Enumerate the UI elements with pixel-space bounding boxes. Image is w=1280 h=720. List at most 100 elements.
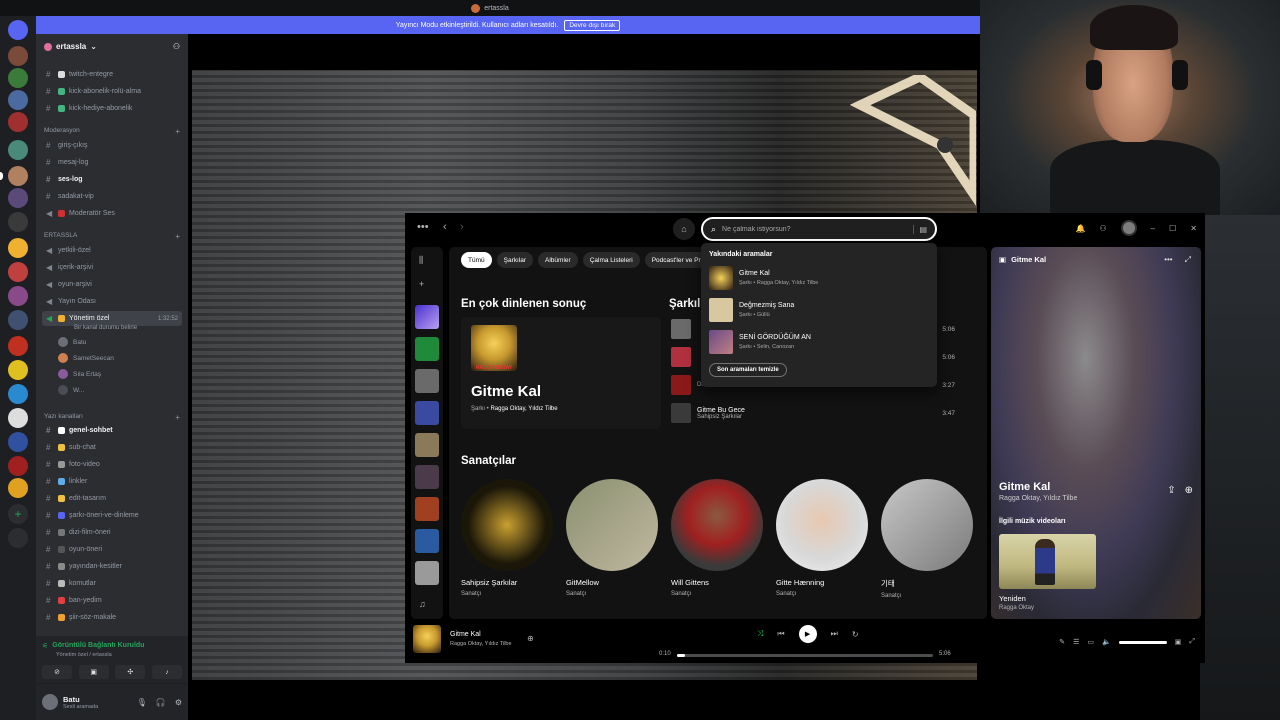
- category-ertassla[interactable]: ERTASSLA +: [44, 232, 184, 241]
- channel-item[interactable]: # twitch-entegre: [42, 67, 182, 82]
- voice-user[interactable]: SametSeecan: [58, 353, 114, 363]
- voice-channel-item-active[interactable]: ◀ Yönetim özel 1:32:52: [42, 311, 182, 326]
- songs-heading[interactable]: Şarkıl: [669, 298, 700, 310]
- recent-search-item[interactable]: SENİ GÖRDÜĞÜM AN Şarkı • Selin, Canozan: [709, 329, 931, 355]
- server-icon[interactable]: [8, 310, 28, 330]
- channel-item[interactable]: # giriş-çıkış: [42, 138, 182, 153]
- search-box[interactable]: ⌕ ▤: [701, 217, 937, 241]
- voice-channel-item[interactable]: ◀ Yayın Odası: [42, 294, 182, 309]
- channel-item[interactable]: # ban-yedim: [42, 593, 182, 608]
- artist-card[interactable]: Will Gittens Sanatçı: [671, 479, 771, 597]
- voice-channel-item[interactable]: ◀ oyun-arşivi: [42, 277, 182, 292]
- channel-item[interactable]: # kick-hediye-abonelik: [42, 101, 182, 116]
- play-button[interactable]: ▶: [798, 625, 817, 643]
- library-icon[interactable]: ⫼: [419, 255, 423, 266]
- share-icon[interactable]: ⇪: [1167, 485, 1175, 496]
- disable-streamer-mode-button[interactable]: Devre dışı bırak: [564, 19, 621, 31]
- server-icon[interactable]: [8, 360, 28, 380]
- miniplayer-icon[interactable]: ▣: [1175, 638, 1182, 646]
- connect-device-icon[interactable]: ▭: [1087, 638, 1094, 646]
- channel-item[interactable]: # ses-log: [42, 172, 182, 187]
- repeat-icon[interactable]: ↻: [852, 630, 859, 639]
- artists-heading[interactable]: Sanatçılar: [461, 455, 516, 467]
- plus-icon[interactable]: +: [175, 232, 180, 241]
- server-icon[interactable]: [8, 286, 28, 306]
- playlist-thumbnail[interactable]: [415, 465, 439, 489]
- shuffle-icon[interactable]: ⤨: [757, 629, 763, 639]
- artist-card[interactable]: Gitte Hænning Sanatçı: [776, 479, 876, 597]
- server-icon[interactable]: [8, 68, 28, 88]
- activities-button[interactable]: ✣: [115, 665, 146, 679]
- more-options-icon[interactable]: •••: [417, 221, 429, 233]
- headphones-icon[interactable]: 🎧: [156, 698, 166, 707]
- channel-item[interactable]: # edit-tasarım: [42, 491, 182, 506]
- playlist-thumbnail[interactable]: [415, 561, 439, 585]
- volume-slider[interactable]: [1118, 640, 1167, 644]
- create-plus-icon[interactable]: +: [419, 279, 424, 289]
- liked-songs-thumbnail[interactable]: [415, 305, 439, 329]
- recent-search-item[interactable]: Gitme Kal Şarkı • Ragga Oktay, Yıldız Til…: [709, 265, 931, 291]
- channel-item[interactable]: # genel-sohbet: [42, 423, 182, 438]
- channel-item[interactable]: # şarkı-öneri-ve-dinleme: [42, 508, 182, 523]
- channel-item[interactable]: # şiir-söz-makale: [42, 610, 182, 625]
- video-artist[interactable]: Ragga Oktay: [999, 605, 1034, 611]
- queue-icon[interactable]: ☰: [1073, 638, 1079, 646]
- avatar[interactable]: [42, 694, 58, 710]
- minimize-button[interactable]: –: [1151, 224, 1155, 233]
- clear-recent-searches-button[interactable]: Son aramaları temizle: [709, 363, 787, 377]
- server-icon[interactable]: [8, 238, 28, 258]
- server-icon[interactable]: [8, 384, 28, 404]
- channel-status-hint[interactable]: Bir kanal durumu belirle: [74, 325, 137, 331]
- server-icon[interactable]: [8, 112, 28, 132]
- chip-playlists[interactable]: Çalma Listeleri: [582, 252, 640, 268]
- playlist-thumbnail[interactable]: [415, 401, 439, 425]
- gear-icon[interactable]: ⚙: [175, 698, 182, 707]
- previous-icon[interactable]: ⏮: [777, 629, 784, 639]
- recent-search-item[interactable]: Değmezmiş Sana Şarkı • Güllü: [709, 297, 931, 323]
- fullscreen-icon[interactable]: ⤢: [1189, 638, 1195, 646]
- more-options-icon[interactable]: •••: [1164, 255, 1172, 265]
- home-button[interactable]: ⌂: [673, 218, 695, 240]
- lyrics-icon[interactable]: ✎: [1059, 638, 1065, 646]
- category-yazi-kanallari[interactable]: Yazı kanalları +: [44, 413, 184, 422]
- voice-channel-item[interactable]: ◀ Moderatör Ses: [42, 206, 182, 221]
- server-icon[interactable]: [8, 140, 28, 160]
- friend-activity-icon[interactable]: ⚇: [1100, 224, 1107, 233]
- artist-card[interactable]: 기태 Sanatçı: [881, 479, 981, 599]
- channel-item[interactable]: # mesaj-log: [42, 155, 182, 170]
- channel-item[interactable]: # sub-chat: [42, 440, 182, 455]
- now-playing-artists[interactable]: Ragga Oktay, Yıldız Tilbe: [999, 495, 1077, 502]
- explore-servers-icon[interactable]: [8, 528, 28, 548]
- search-input[interactable]: [722, 225, 903, 233]
- server-icon[interactable]: [8, 90, 28, 110]
- server-icon[interactable]: [8, 478, 28, 498]
- voice-channel-item[interactable]: ◀ yetkili-özel: [42, 243, 182, 258]
- close-button[interactable]: ✕: [1190, 224, 1197, 233]
- panel-icon[interactable]: ▣: [999, 255, 1006, 264]
- discord-home-icon[interactable]: [8, 20, 28, 40]
- add-server-icon[interactable]: +: [8, 504, 28, 524]
- soundboard-button[interactable]: ♪: [151, 665, 182, 679]
- add-circle-icon[interactable]: ⊕: [527, 634, 534, 643]
- artist-card[interactable]: Sahipsiz Şarkılar Sanatçı: [461, 479, 561, 597]
- expand-icon[interactable]: ⤢: [1185, 255, 1191, 265]
- player-track-artists[interactable]: Ragga Oktay, Yıldız Tilbe: [450, 641, 512, 647]
- camera-off-button[interactable]: ⊘: [42, 665, 72, 679]
- now-playing-title[interactable]: Gitme Kal: [999, 481, 1050, 493]
- voice-user[interactable]: Batu: [58, 337, 86, 347]
- server-icon[interactable]: [8, 46, 28, 66]
- next-icon[interactable]: ⏭: [831, 629, 838, 639]
- server-icon[interactable]: [8, 212, 28, 232]
- channel-item[interactable]: # sadakat-vip: [42, 189, 182, 204]
- channel-item[interactable]: # linkler: [42, 474, 182, 489]
- browse-icon[interactable]: ▤: [913, 224, 927, 234]
- voice-channel-item[interactable]: ◀ içerik-arşivi: [42, 260, 182, 275]
- channel-item[interactable]: # yayından-kesitler: [42, 559, 182, 574]
- server-icon[interactable]: [8, 166, 28, 186]
- playlist-thumbnail[interactable]: [415, 369, 439, 393]
- music-note-icon[interactable]: ♫: [419, 599, 426, 609]
- progress-bar[interactable]: [677, 654, 933, 657]
- server-icon[interactable]: [8, 262, 28, 282]
- channel-item[interactable]: # oyun-öneri: [42, 542, 182, 557]
- top-result-card[interactable]: RAGGA OKTAY Gitme Kal Şarkı • Ragga Okta…: [461, 317, 661, 429]
